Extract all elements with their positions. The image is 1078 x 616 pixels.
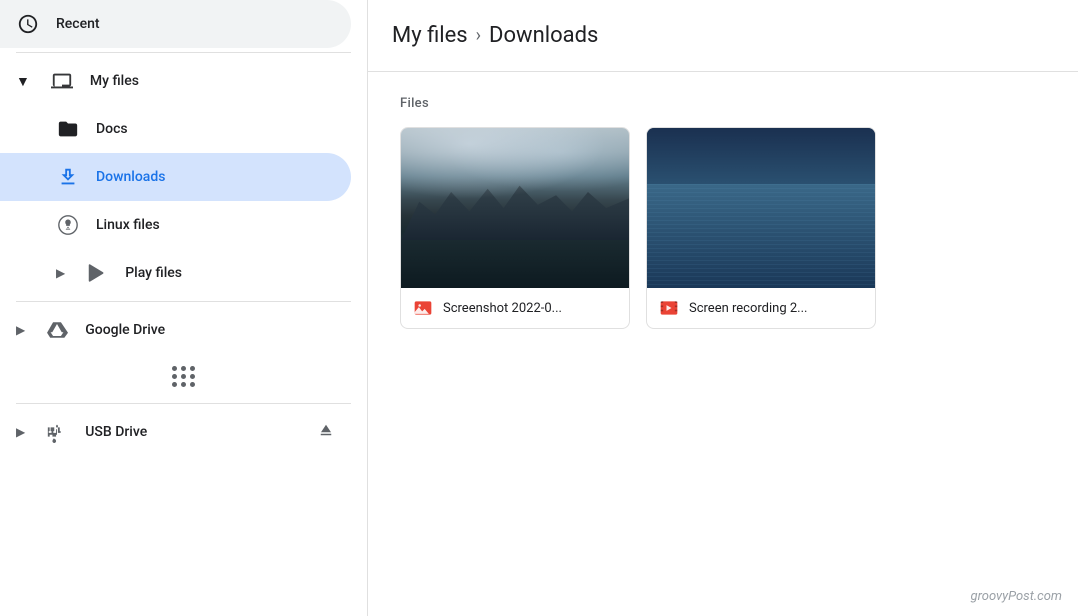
sidebar-item-usb-drive-label: USB Drive	[85, 424, 147, 440]
sidebar-item-google-drive-label: Google Drive	[85, 322, 165, 338]
image-type-icon	[413, 298, 433, 318]
file-card-screen-recording[interactable]: Screen recording 2...	[646, 127, 876, 329]
play-store-icon	[85, 261, 109, 285]
content-area: Files Screenshot 2022-0...	[368, 72, 1078, 616]
linux-icon	[56, 213, 80, 237]
chevron-myfiles-icon: ▼	[16, 73, 30, 90]
water-overlay	[401, 243, 629, 288]
usb-icon	[45, 420, 69, 444]
file-thumbnail-screenshot	[401, 128, 629, 288]
sidebar-item-linux-files-label: Linux files	[96, 217, 160, 233]
breadcrumb-current: Downloads	[489, 23, 598, 48]
sidebar-item-google-drive[interactable]: ▶ Google Drive	[0, 306, 351, 354]
chevron-gdrive-icon: ▶	[16, 323, 25, 337]
breadcrumb-my-files[interactable]: My files	[392, 23, 468, 48]
sidebar-item-recent-label: Recent	[56, 16, 100, 32]
file-thumbnail-screen-recording	[647, 128, 875, 288]
more-dots-icon	[172, 366, 196, 387]
sidebar-item-docs[interactable]: Docs	[0, 105, 351, 153]
divider-1	[16, 52, 351, 53]
sidebar-item-play-files[interactable]: ▶ Play files	[0, 249, 351, 297]
eject-icon[interactable]	[317, 421, 335, 443]
video-type-icon	[659, 298, 679, 318]
sidebar-item-usb-drive[interactable]: ▶ USB Drive	[0, 408, 351, 456]
main-content: My files › Downloads Files	[368, 0, 1078, 616]
sidebar-item-downloads[interactable]: Downloads	[0, 153, 351, 201]
section-label: Files	[400, 96, 1046, 111]
computer-icon	[50, 69, 74, 93]
sidebar: Recent ▼ My files Docs Downloads Linux f…	[0, 0, 368, 616]
watermark: groovyPost.com	[971, 589, 1062, 604]
file-info-screenshot: Screenshot 2022-0...	[401, 288, 629, 328]
sidebar-item-my-files[interactable]: ▼ My files	[0, 57, 351, 105]
google-drive-icon	[45, 318, 69, 342]
download-icon	[56, 165, 80, 189]
chevron-usb-icon: ▶	[16, 425, 25, 439]
clock-icon	[16, 12, 40, 36]
divider-2	[16, 301, 351, 302]
sidebar-item-recent[interactable]: Recent	[0, 0, 351, 48]
sidebar-item-downloads-label: Downloads	[96, 169, 165, 185]
breadcrumb: My files › Downloads	[392, 23, 598, 48]
folder-icon	[56, 117, 80, 141]
sidebar-item-linux-files[interactable]: Linux files	[0, 201, 351, 249]
file-name-screen-recording: Screen recording 2...	[689, 301, 807, 316]
header: My files › Downloads	[368, 0, 1078, 72]
divider-3	[16, 403, 351, 404]
sidebar-item-my-files-label: My files	[90, 73, 139, 89]
file-name-screenshot: Screenshot 2022-0...	[443, 301, 562, 316]
file-card-screenshot[interactable]: Screenshot 2022-0...	[400, 127, 630, 329]
files-grid: Screenshot 2022-0...	[400, 127, 1046, 329]
sidebar-item-docs-label: Docs	[96, 121, 128, 137]
chevron-playfiles-icon: ▶	[56, 266, 65, 280]
more-items-button[interactable]	[164, 358, 204, 395]
file-info-screen-recording: Screen recording 2...	[647, 288, 875, 328]
cloud-overlay	[401, 128, 629, 208]
sidebar-item-play-files-label: Play files	[125, 265, 182, 281]
breadcrumb-separator: ›	[476, 25, 481, 46]
